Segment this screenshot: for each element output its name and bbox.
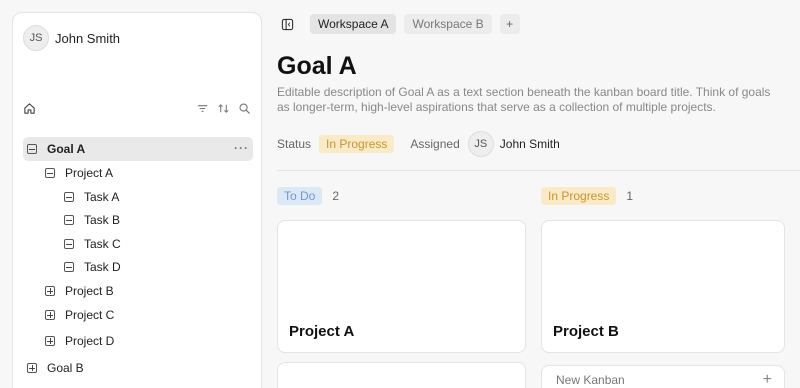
sidebar-toggle-icon[interactable]: [280, 17, 294, 31]
card-title: Project A: [289, 323, 355, 340]
page-title[interactable]: Goal A: [277, 52, 357, 81]
user-name: John Smith: [55, 30, 121, 46]
expand-icon[interactable]: [45, 286, 55, 296]
plus-icon: +: [762, 371, 772, 388]
filter-icon[interactable]: [196, 102, 209, 115]
expand-icon[interactable]: [45, 310, 55, 320]
expand-icon[interactable]: [27, 363, 37, 373]
home-icon[interactable]: [23, 102, 36, 115]
collapse-icon[interactable]: [64, 215, 74, 225]
column-count: 1: [626, 189, 634, 203]
card-title: Project B: [553, 323, 619, 340]
sidebar-toolbar: [23, 99, 251, 117]
add-workspace-button[interactable]: +: [499, 14, 520, 34]
divider: [277, 170, 800, 171]
tree-item-task-a[interactable]: Task A: [23, 185, 253, 209]
tree-item-label: Project B: [65, 284, 114, 298]
kanban-card-project-a[interactable]: Project A: [277, 220, 526, 353]
workspace-tabs: Workspace A Workspace B +: [280, 14, 520, 34]
tree-item-task-b[interactable]: Task B: [23, 208, 253, 232]
status-badge: In Progress: [541, 187, 617, 205]
tab-workspace-a[interactable]: Workspace A: [310, 14, 397, 34]
tree-item-label: Goal A: [47, 142, 86, 156]
tree-item-project-a[interactable]: Project A: [23, 161, 253, 185]
tree-item-label: Goal B: [47, 361, 84, 375]
status-badge: To Do: [277, 187, 323, 205]
tree-item-goal-a[interactable]: Goal A ···: [23, 137, 253, 161]
tree-item-goal-b[interactable]: Goal B: [23, 356, 253, 380]
kanban-card[interactable]: [277, 362, 526, 388]
collapse-icon[interactable]: [64, 262, 74, 272]
assigned-label: Assigned: [410, 137, 460, 151]
tree-item-project-d[interactable]: Project D: [23, 329, 253, 353]
collapse-icon[interactable]: [27, 144, 37, 154]
status-label: Status: [277, 137, 312, 151]
tree-item-label: Task D: [84, 260, 121, 274]
tree-item-task-d[interactable]: Task D: [23, 255, 253, 279]
tree-item-label: Project D: [65, 334, 115, 348]
tree-item-label: Task A: [84, 190, 120, 204]
status-badge[interactable]: In Progress: [319, 135, 395, 153]
collapse-icon[interactable]: [64, 192, 74, 202]
column-header-todo: To Do 2: [277, 187, 339, 205]
column-header-in-progress: In Progress 1: [541, 187, 633, 205]
tree-item-label: Task B: [84, 213, 121, 227]
tree-item-label: Task C: [84, 237, 121, 251]
avatar: JS: [23, 25, 49, 51]
expand-icon[interactable]: [45, 336, 55, 346]
kanban-card-project-b[interactable]: Project B: [541, 220, 785, 353]
user-profile[interactable]: JS John Smith: [23, 25, 120, 51]
tree-item-label: Project A: [65, 166, 114, 180]
tree-item-label: Project C: [65, 308, 115, 322]
tree-item-task-c[interactable]: Task C: [23, 232, 253, 256]
new-kanban-label: New Kanban: [556, 373, 625, 387]
tree-item-project-b[interactable]: Project B: [23, 279, 253, 303]
assignee-avatar[interactable]: JS: [467, 131, 494, 157]
column-count: 2: [332, 189, 340, 203]
sort-icon[interactable]: [217, 102, 230, 115]
sidebar: JS John Smith Goal A ··· Project A Task …: [12, 12, 262, 388]
collapse-icon[interactable]: [64, 239, 74, 249]
tab-workspace-b[interactable]: Workspace B: [404, 14, 492, 34]
new-kanban-button[interactable]: New Kanban +: [541, 365, 785, 388]
more-icon[interactable]: ···: [234, 141, 249, 155]
assignee-name: John Smith: [499, 137, 560, 151]
goal-meta: Status In Progress Assigned JS John Smit…: [277, 131, 560, 157]
tree-item-project-c[interactable]: Project C: [23, 303, 253, 327]
collapse-icon[interactable]: [45, 168, 55, 178]
goal-description[interactable]: Editable description of Goal A as a text…: [277, 85, 782, 115]
search-icon[interactable]: [238, 102, 251, 115]
